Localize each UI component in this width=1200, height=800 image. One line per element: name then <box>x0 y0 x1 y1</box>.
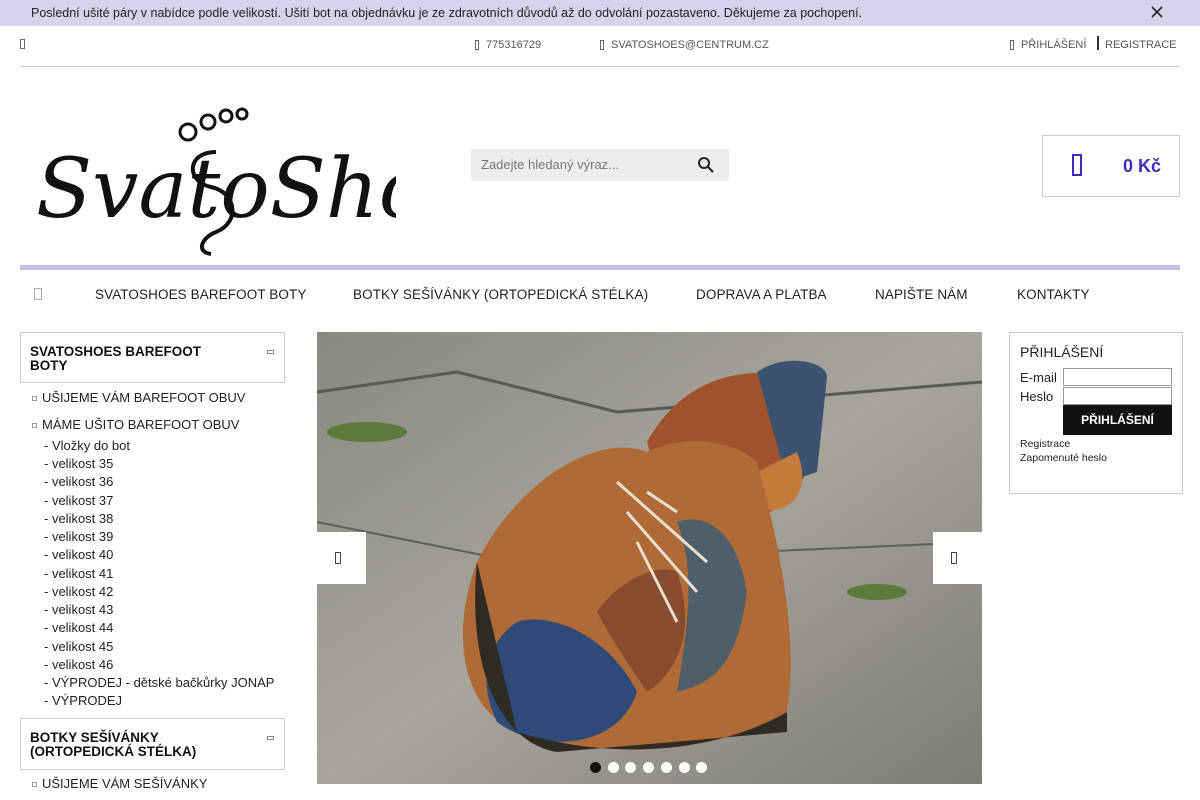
chevron-right-icon <box>951 552 957 564</box>
slide-image <box>317 332 982 784</box>
bullet-icon <box>32 782 37 787</box>
notice-text: Poslední ušité páry v nabídce podle veli… <box>31 6 863 20</box>
login-label: PŘIHLÁŠENÍ <box>1021 39 1087 51</box>
sidebar-subitem[interactable]: - velikost 36 <box>44 474 113 489</box>
slider-prev-button[interactable] <box>317 532 366 584</box>
sidebar-item-usijeme-barefoot[interactable]: UŠIJEME VÁM BAREFOOT OBUV <box>42 390 245 405</box>
bullet-icon <box>32 396 37 401</box>
nav-item-doprava[interactable]: DOPRAVA A PLATBA <box>696 287 827 302</box>
main-nav: SVATOSHOES BAREFOOT BOTY BOTKY SEŠÍVÁNKY… <box>20 270 1180 320</box>
slider-dot[interactable] <box>661 762 672 773</box>
nav-item-sesivanky[interactable]: BOTKY SEŠÍVÁNKY (ORTOPEDICKÁ STÉLKA) <box>353 287 648 302</box>
search-input[interactable]: Zadejte hledaný výraz... <box>481 149 619 181</box>
email-field[interactable] <box>1063 368 1172 386</box>
collapse-icon[interactable] <box>267 350 274 354</box>
search-icon[interactable] <box>697 156 715 174</box>
close-icon[interactable] <box>1150 5 1164 19</box>
sidebar-subitem[interactable]: - velikost 42 <box>44 584 113 599</box>
phone-number: 775316729 <box>486 39 542 51</box>
cart-icon <box>1072 154 1082 176</box>
password-field[interactable] <box>1063 387 1172 405</box>
sidebar-item-mame-usito[interactable]: MÁME UŠITO BAREFOOT OBUV <box>42 417 239 432</box>
notice-bar: Poslední ušité páry v nabídce podle veli… <box>0 0 1200 26</box>
sidebar-subitem[interactable]: - velikost 41 <box>44 566 113 581</box>
login-box: PŘIHLÁŠENÍ E-mail Heslo PŘIHLÁŠENÍ Regis… <box>1009 332 1183 494</box>
cart-price: 0 Kč <box>1123 156 1162 176</box>
nav-item-napiste[interactable]: NAPIŠTE NÁM <box>875 287 968 302</box>
password-label: Heslo <box>1020 389 1054 404</box>
logo[interactable]: SvatoShoes <box>36 92 396 262</box>
category-barefoot[interactable]: SVATOSHOES BAREFOOT BOTY <box>20 332 285 383</box>
slider-dot[interactable] <box>590 762 601 773</box>
hero-slider[interactable] <box>317 332 982 784</box>
email-link[interactable]: SVATOSHOES@CENTRUM.CZ <box>600 39 769 51</box>
menu-icon[interactable] <box>20 38 32 50</box>
search-box[interactable]: Zadejte hledaný výraz... <box>471 149 729 181</box>
category-title-line1: BOTKY SEŠÍVÁNKY <box>30 730 159 745</box>
slider-dot[interactable] <box>696 762 707 773</box>
mail-icon <box>600 40 604 51</box>
nav-item-barefoot[interactable]: SVATOSHOES BAREFOOT BOTY <box>95 287 306 302</box>
home-icon[interactable] <box>34 288 42 300</box>
forgot-password-link[interactable]: Zapomenuté heslo <box>1020 452 1107 464</box>
email-address: SVATOSHOES@CENTRUM.CZ <box>611 39 769 51</box>
user-icon <box>1010 40 1014 51</box>
category-title-line2: (ORTOPEDICKÁ STÉLKA) <box>30 744 197 759</box>
login-title: PŘIHLÁŠENÍ <box>1020 344 1104 360</box>
email-label: E-mail <box>1020 370 1057 385</box>
category-title-line2: BOTY <box>30 358 68 373</box>
slider-dot[interactable] <box>608 762 619 773</box>
top-bar: 775316729 SVATOSHOES@CENTRUM.CZ PŘIHLÁŠE… <box>20 26 1180 67</box>
collapse-icon[interactable] <box>267 736 274 740</box>
sidebar-subitem[interactable]: - velikost 46 <box>44 657 113 672</box>
nav-item-kontakty[interactable]: KONTAKTY <box>1017 287 1090 302</box>
sidebar-subitem[interactable]: - velikost 38 <box>44 511 113 526</box>
sidebar-subitem[interactable]: - velikost 37 <box>44 493 113 508</box>
separator <box>1097 36 1099 50</box>
cart-button[interactable]: 0 Kč <box>1042 135 1180 197</box>
sidebar-subitem[interactable]: - velikost 35 <box>44 456 113 471</box>
slider-dot[interactable] <box>625 762 636 773</box>
phone-link[interactable]: 775316729 <box>475 39 541 51</box>
sidebar-subitem[interactable]: - VÝPRODEJ - dětské bačkůrky JONAP <box>44 675 274 690</box>
sidebar-subitem[interactable]: - velikost 43 <box>44 602 113 617</box>
slider-next-button[interactable] <box>933 532 982 584</box>
category-title-line1: SVATOSHOES BAREFOOT <box>30 344 202 359</box>
sidebar-item-usijeme-sesivanky[interactable]: UŠIJEME VÁM SEŠÍVÁNKY <box>42 776 207 791</box>
register-link[interactable]: Registrace <box>1020 438 1070 450</box>
slider-dot[interactable] <box>643 762 654 773</box>
slider-dot[interactable] <box>679 762 690 773</box>
sidebar-subitem[interactable]: - Vložky do bot <box>44 438 130 453</box>
register-link[interactable]: REGISTRACE <box>1105 39 1177 51</box>
sidebar-subitem[interactable]: - velikost 44 <box>44 620 113 635</box>
sidebar-subitem[interactable]: - velikost 45 <box>44 639 113 654</box>
sidebar-subitem[interactable]: - velikost 40 <box>44 547 113 562</box>
chevron-left-icon <box>335 552 341 564</box>
phone-icon <box>475 40 479 51</box>
bullet-icon <box>32 423 37 428</box>
sidebar-subitem[interactable]: - VÝPRODEJ <box>44 693 122 708</box>
category-sesivanky[interactable]: BOTKY SEŠÍVÁNKY (ORTOPEDICKÁ STÉLKA) <box>20 718 285 770</box>
login-link[interactable]: PŘIHLÁŠENÍ <box>1010 39 1086 51</box>
sidebar-subitem[interactable]: - velikost 39 <box>44 529 113 544</box>
login-button[interactable]: PŘIHLÁŠENÍ <box>1063 405 1172 435</box>
